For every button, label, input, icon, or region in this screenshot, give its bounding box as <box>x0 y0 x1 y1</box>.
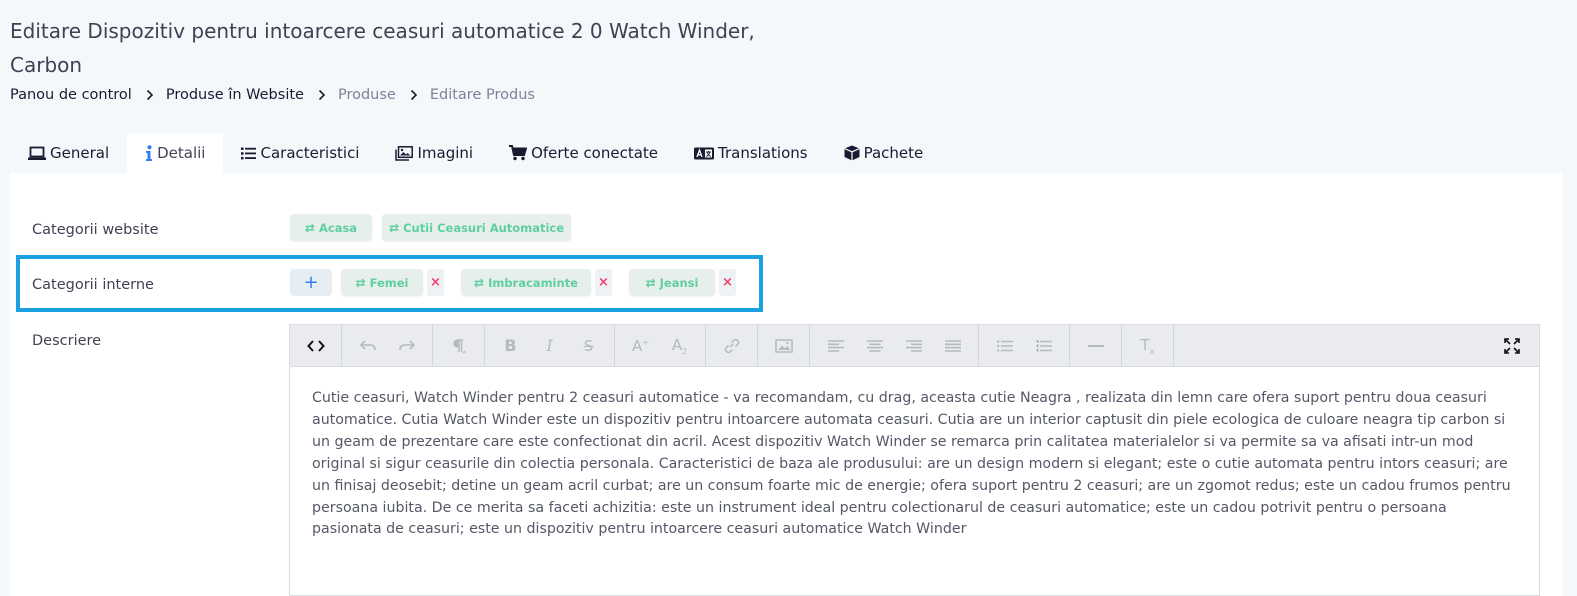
website-category-chip[interactable]: ⇄ Cutii Ceasuri Automatice <box>382 214 571 241</box>
tab-bar: General Detalii Caracteristici Imagini O… <box>10 133 941 173</box>
align-left-icon[interactable] <box>816 329 855 363</box>
tab-label: Oferte conectate <box>531 144 659 162</box>
undo-icon[interactable] <box>348 329 387 363</box>
tab-label: Detalii <box>157 144 206 162</box>
redo-icon[interactable] <box>387 329 426 363</box>
swap-icon: ⇄ <box>304 220 315 235</box>
chevron-right-icon <box>410 89 418 101</box>
chip-label: Jeansi <box>659 275 699 290</box>
clear-format-icon[interactable]: Tx <box>1128 329 1167 363</box>
italic-icon[interactable]: I <box>530 329 569 363</box>
tab-images[interactable]: Imagini <box>377 133 491 173</box>
description-content[interactable]: Cutie ceasuri, Watch Winder pentru 2 cea… <box>290 367 1539 541</box>
chip-label: Imbracaminte <box>488 275 578 290</box>
info-icon <box>145 145 153 161</box>
horizontal-rule-icon[interactable] <box>1076 329 1115 363</box>
tab-characteristics[interactable]: Caracteristici <box>223 133 377 173</box>
unordered-list-icon[interactable] <box>985 329 1024 363</box>
remove-category-button[interactable]: × <box>595 269 612 296</box>
tab-general[interactable]: General <box>10 133 127 173</box>
strikethrough-icon[interactable]: S <box>569 329 608 363</box>
chevron-right-icon <box>318 89 326 101</box>
tab-label: Imagini <box>417 144 474 162</box>
laptop-icon <box>28 146 46 161</box>
bold-icon[interactable]: B <box>491 329 530 363</box>
align-right-icon[interactable] <box>894 329 933 363</box>
swap-icon: ⇄ <box>355 275 366 290</box>
internal-category-chip[interactable]: ⇄ Imbracaminte <box>461 269 591 296</box>
website-categories-label: Categorii website <box>32 222 159 238</box>
breadcrumb-item-website-products[interactable]: Produse în Website <box>166 87 304 103</box>
remove-category-button[interactable]: × <box>719 269 736 296</box>
swap-icon: ⇄ <box>389 220 400 235</box>
list-icon <box>241 147 257 160</box>
breadcrumb: Panou de control Produse în Website Prod… <box>10 85 535 105</box>
image-icon[interactable] <box>764 329 803 363</box>
chevron-right-icon <box>146 89 154 101</box>
tab-label: Caracteristici <box>260 144 360 162</box>
subscript-icon[interactable]: A2 <box>660 329 699 363</box>
tab-details[interactable]: Detalii <box>127 133 224 173</box>
website-category-chip[interactable]: ⇄ Acasa <box>290 214 372 241</box>
add-category-button[interactable]: + <box>290 269 332 296</box>
fullscreen-icon[interactable] <box>1492 329 1531 363</box>
swap-icon: ⇄ <box>474 275 485 290</box>
editor-toolbar: B I S A+ A2 Tx <box>290 325 1539 367</box>
rich-text-editor: B I S A+ A2 Tx Cutie ceasuri, Watch Wind… <box>289 324 1540 596</box>
tab-label: Translations <box>718 144 808 162</box>
breadcrumb-item-products[interactable]: Produse <box>338 87 396 103</box>
align-justify-icon[interactable] <box>933 329 972 363</box>
paragraph-icon[interactable] <box>439 329 478 363</box>
images-icon <box>395 145 414 161</box>
cart-icon <box>509 145 528 161</box>
link-icon[interactable] <box>712 329 751 363</box>
internal-category-chip[interactable]: ⇄ Femei <box>341 269 423 296</box>
code-view-icon[interactable] <box>296 329 335 363</box>
internal-category-chip[interactable]: ⇄ Jeansi <box>629 269 715 296</box>
description-label: Descriere <box>32 333 102 349</box>
ordered-list-icon[interactable] <box>1024 329 1063 363</box>
chip-label: Acasa <box>318 220 358 235</box>
chip-label: Cutii Ceasuri Automatice <box>403 220 565 235</box>
tab-label: Pachete <box>863 144 924 162</box>
internal-categories-label: Categorii interne <box>32 277 154 293</box>
swap-icon: ⇄ <box>645 275 656 290</box>
remove-category-button[interactable]: × <box>427 269 444 296</box>
box-icon <box>843 145 860 161</box>
superscript-icon[interactable]: A+ <box>621 329 660 363</box>
translate-icon <box>694 147 715 160</box>
tab-connected-offers[interactable]: Oferte conectate <box>491 133 676 173</box>
tab-translations[interactable]: Translations <box>676 133 826 173</box>
tab-label: General <box>50 144 110 162</box>
chip-label: Femei <box>369 275 409 290</box>
page-title: Editare Dispozitiv pentru intoarcere cea… <box>10 19 755 77</box>
align-center-icon[interactable] <box>855 329 894 363</box>
tab-packages[interactable]: Pachete <box>826 133 942 173</box>
breadcrumb-item-edit-product: Editare Produs <box>429 87 535 103</box>
breadcrumb-item-dashboard[interactable]: Panou de control <box>10 87 132 103</box>
